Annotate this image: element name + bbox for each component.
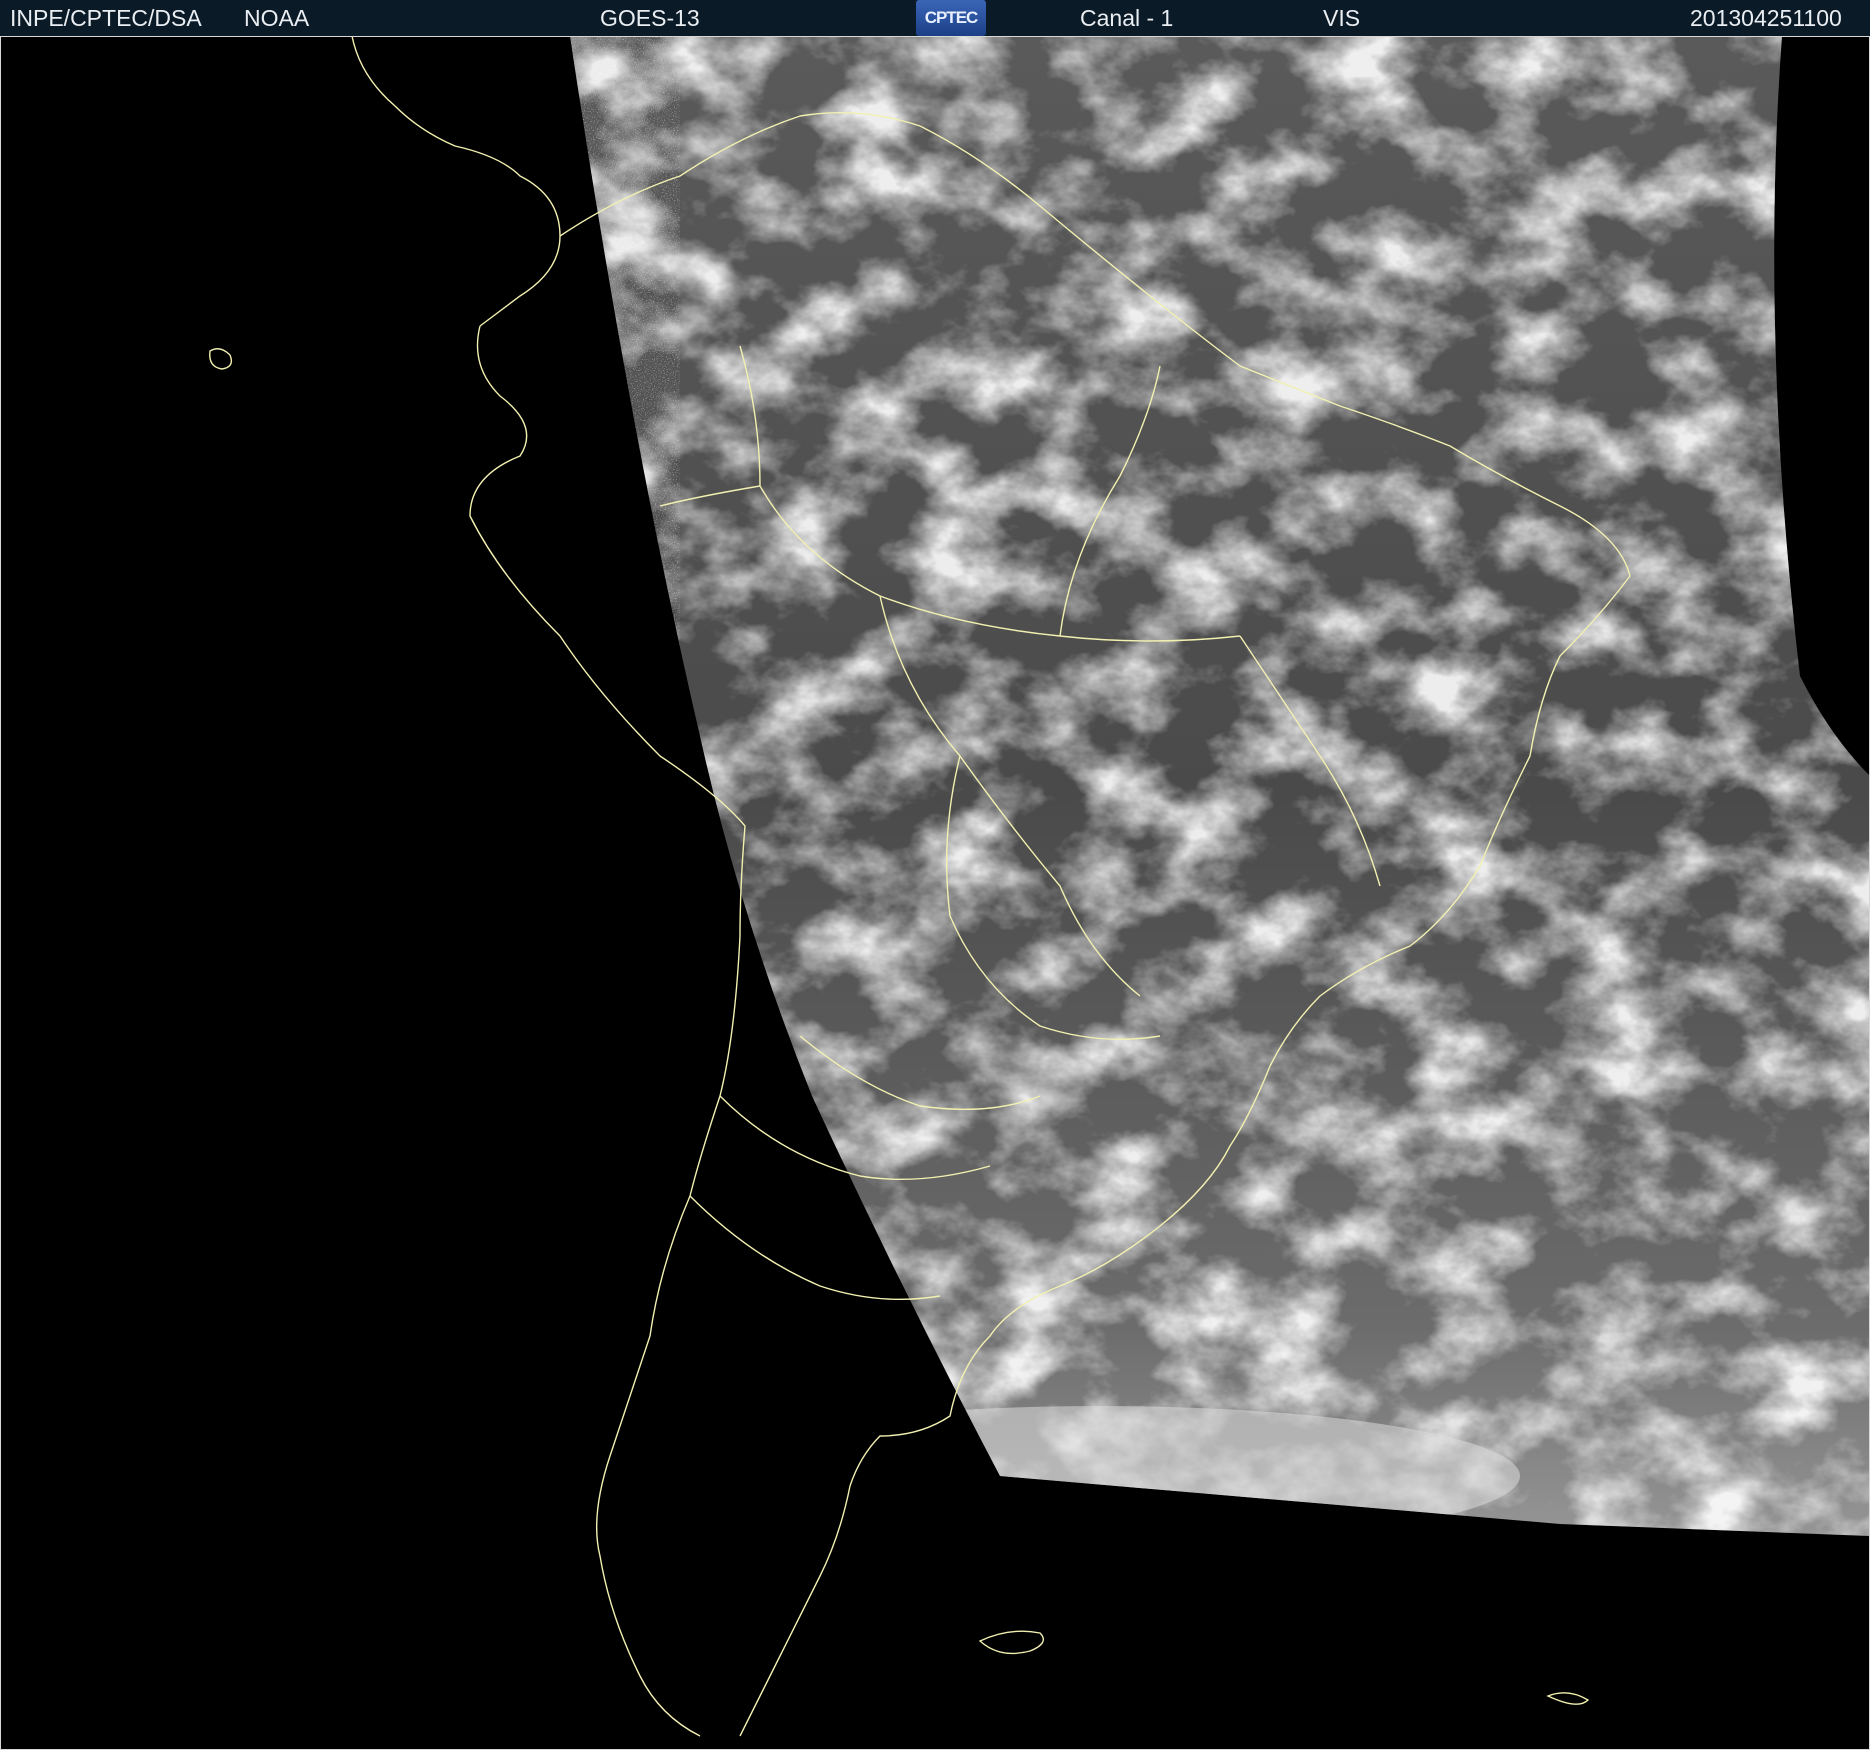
agency-label: NOAA xyxy=(244,5,310,31)
band-label: VIS xyxy=(1323,5,1361,31)
satellite-image-viewer: INPE/CPTEC/DSA NOAA GOES-13 CPTEC Canal … xyxy=(0,0,1870,1750)
org-label: INPE/CPTEC/DSA xyxy=(10,5,202,31)
timestamp-label: 201304251100 xyxy=(1690,5,1842,31)
image-header-bar: INPE/CPTEC/DSA NOAA GOES-13 CPTEC Canal … xyxy=(0,0,1870,36)
satellite-label: GOES-13 xyxy=(600,5,700,31)
logo-text: CPTEC xyxy=(924,8,979,27)
cptec-logo: CPTEC xyxy=(916,0,986,36)
satellite-map xyxy=(0,36,1870,1750)
channel-label: Canal - 1 xyxy=(1080,5,1174,31)
